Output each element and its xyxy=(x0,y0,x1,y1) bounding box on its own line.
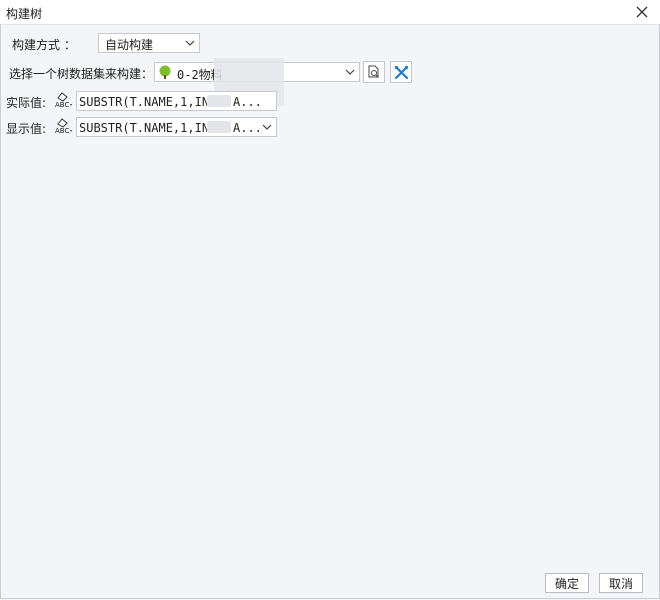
tree-icon xyxy=(159,65,171,79)
cancel-button[interactable]: 取消 xyxy=(599,573,643,593)
window-title: 构建树 xyxy=(6,7,43,21)
actual-value-suffix: A... xyxy=(233,95,262,109)
svg-text:ABC: ABC xyxy=(55,101,69,109)
close-button[interactable] xyxy=(632,2,652,22)
abc-text-icon[interactable]: ABC xyxy=(54,91,74,109)
abc-text-icon[interactable]: ABC xyxy=(54,117,74,135)
title-bar: 构建树 xyxy=(0,0,660,25)
display-value-select[interactable]: SUBSTR(T.NAME,1,INSTR A... xyxy=(76,117,277,137)
chevron-down-icon xyxy=(181,34,199,52)
dataset-label: 选择一个树数据集来构建： xyxy=(9,67,154,81)
actual-value-label: 实际值: xyxy=(6,96,47,110)
close-icon xyxy=(636,6,648,18)
display-value-label: 显示值: xyxy=(6,122,47,136)
redacted-overlay xyxy=(207,95,231,107)
chevron-down-icon xyxy=(341,63,359,81)
actual-value-field[interactable]: SUBSTR(T.NAME,1,INSTR A... xyxy=(76,91,277,111)
redacted-overlay xyxy=(207,121,231,133)
build-mode-select[interactable]: 自动构建 xyxy=(98,33,200,53)
chevron-down-icon xyxy=(258,118,276,136)
preview-search-icon xyxy=(368,65,379,78)
ok-button[interactable]: 确定 xyxy=(545,573,589,593)
tools-icon xyxy=(394,65,408,79)
preview-button[interactable] xyxy=(363,61,385,83)
svg-text:ABC: ABC xyxy=(55,127,69,135)
edit-dataset-button[interactable] xyxy=(390,61,412,83)
build-mode-value: 自动构建 xyxy=(105,38,154,52)
build-mode-label: 构建方式 ： xyxy=(12,38,76,52)
